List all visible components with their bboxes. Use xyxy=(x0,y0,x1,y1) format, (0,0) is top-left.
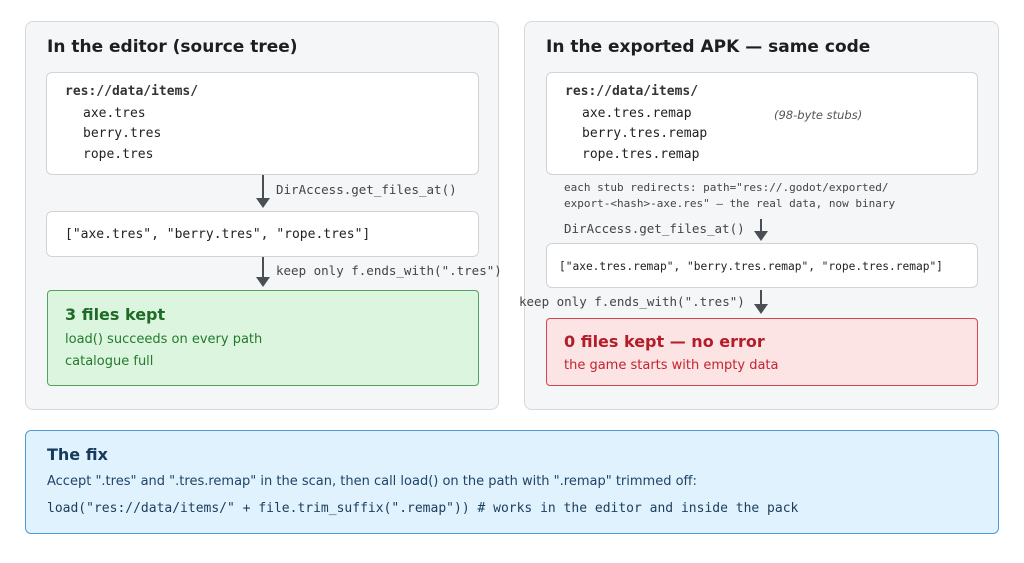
editor-file-item: axe.tres xyxy=(83,106,146,121)
exported-result-array: ["axe.tres.remap", "berry.tres.remap", "… xyxy=(559,260,943,273)
exported-panel-title: In the exported APK — same code xyxy=(546,37,871,57)
editor-panel: In the editor (source tree) res://data/i… xyxy=(25,21,502,410)
fix-code-line: load("res://data/items/" + file.trim_suf… xyxy=(47,501,799,516)
editor-outcome-title: 3 files kept xyxy=(65,305,166,324)
stub-size-note: (98-byte stubs) xyxy=(774,108,863,122)
exported-get-files-label: DirAccess.get_files_at() xyxy=(564,221,745,236)
editor-filter-label: keep only f.ends_with(".tres") xyxy=(276,263,502,278)
exported-outcome-line: the game starts with empty data xyxy=(564,358,779,373)
editor-file-item: berry.tres xyxy=(83,126,162,141)
editor-arrow-get-files xyxy=(256,175,270,208)
exported-folder-path: res://data/items/ xyxy=(565,84,699,99)
editor-panel-title: In the editor (source tree) xyxy=(47,37,298,57)
editor-get-files-label: DirAccess.get_files_at() xyxy=(276,182,457,197)
exported-arrow-get-files xyxy=(754,219,768,241)
exported-outcome-failure: 0 files kept — no error the game starts … xyxy=(546,318,978,386)
redirect-note-line: export-<hash>-axe.res" — the real data, … xyxy=(564,197,896,210)
editor-outcome-line: load() succeeds on every path xyxy=(65,332,263,347)
exported-file-item: berry.tres.remap xyxy=(582,126,708,141)
editor-get-files-result: ["axe.tres", "berry.tres", "rope.tres"] xyxy=(46,211,479,257)
redirect-note-line: each stub redirects: path="res://.godot/… xyxy=(564,181,889,194)
editor-folder-path: res://data/items/ xyxy=(65,84,199,99)
editor-file-item: rope.tres xyxy=(83,147,154,162)
exported-filter-label: keep only f.ends_with(".tres") xyxy=(519,294,745,309)
editor-arrow-filter xyxy=(256,257,270,287)
editor-result-array: ["axe.tres", "berry.tres", "rope.tres"] xyxy=(65,227,371,242)
fix-title: The fix xyxy=(47,445,108,464)
exported-arrow-filter xyxy=(754,290,768,314)
exported-get-files-result: ["axe.tres.remap", "berry.tres.remap", "… xyxy=(546,243,978,288)
exported-file-item: axe.tres.remap xyxy=(582,106,692,121)
exported-file-listing: res://data/items/ axe.tres.remap (98-byt… xyxy=(546,72,978,175)
editor-outcome-success: 3 files kept load() succeeds on every pa… xyxy=(47,290,479,386)
exported-file-item: rope.tres.remap xyxy=(582,147,700,162)
fix-panel: The fix Accept ".tres" and ".tres.remap"… xyxy=(25,430,999,534)
editor-file-listing: res://data/items/ axe.tres berry.tres ro… xyxy=(46,72,479,175)
editor-outcome-line: catalogue full xyxy=(65,354,154,369)
exported-panel: In the exported APK — same code res://da… xyxy=(519,21,999,410)
exported-outcome-title: 0 files kept — no error xyxy=(564,332,765,351)
fix-description: Accept ".tres" and ".tres.remap" in the … xyxy=(47,474,697,489)
